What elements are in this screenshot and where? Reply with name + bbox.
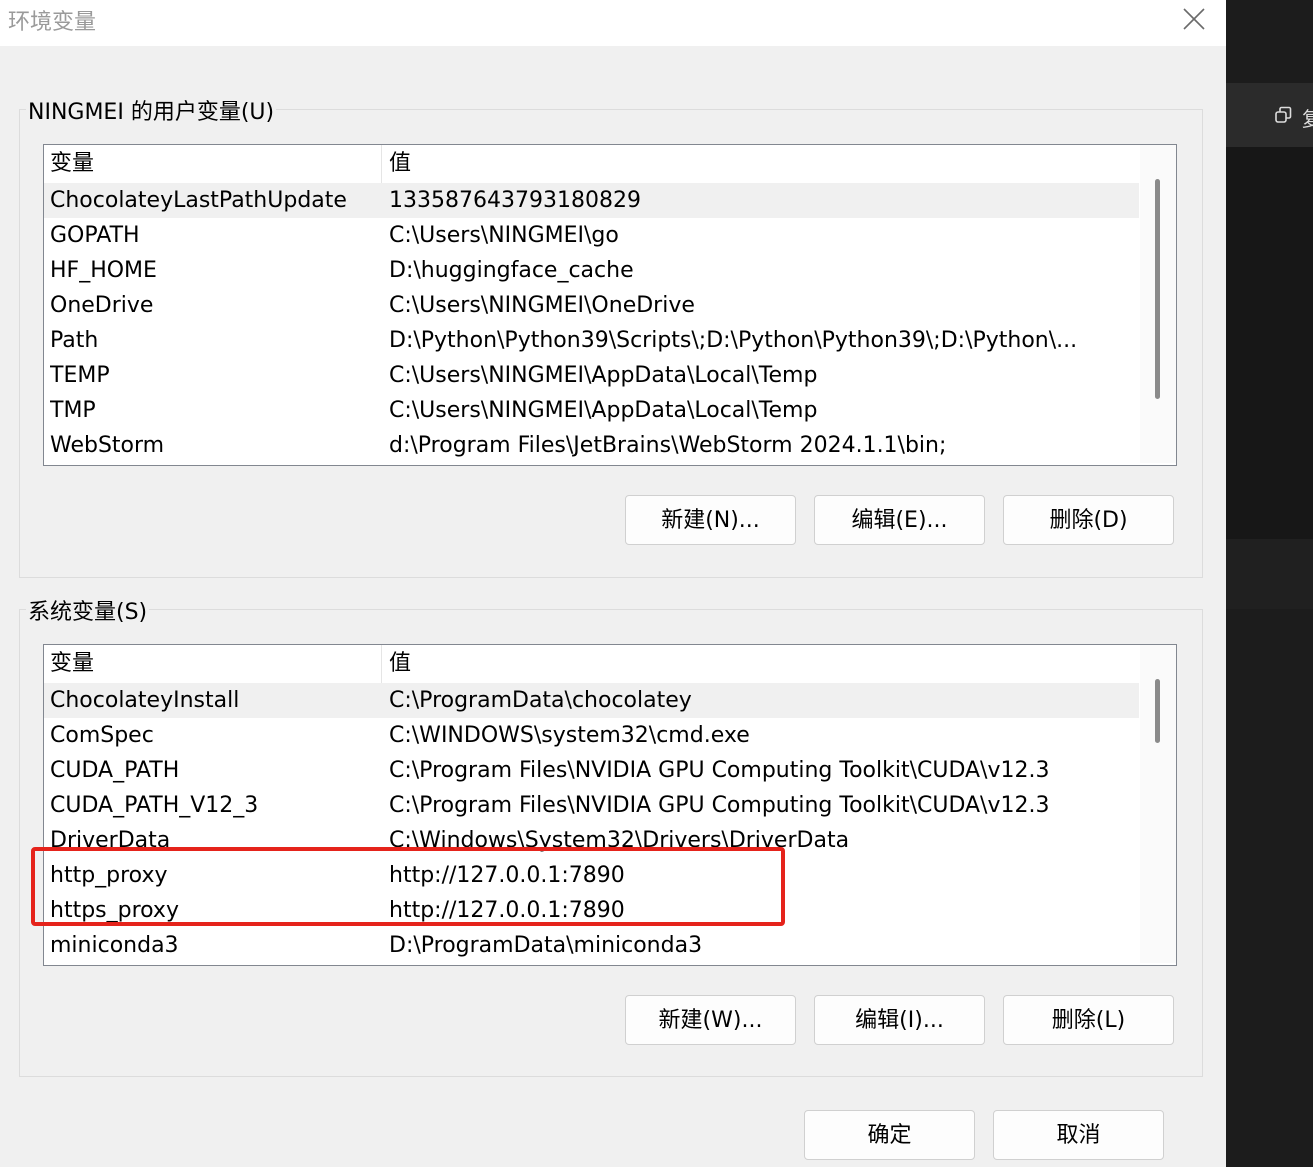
- variable-value: C:\Program Files\NVIDIA GPU Computing To…: [389, 793, 1050, 818]
- close-button[interactable]: [1172, 0, 1214, 40]
- table-row[interactable]: TEMP C:\Users\NINGMEI\AppData\Local\Temp: [44, 358, 1139, 393]
- system-variables-list[interactable]: 变量 值 ChocolateyInstall C:\ProgramData\cho…: [43, 644, 1177, 966]
- background-window: 复: [1226, 0, 1313, 1167]
- variable-name: TMP: [50, 398, 96, 423]
- variable-name: ComSpec: [50, 723, 154, 748]
- variable-name: DriverData: [50, 828, 171, 853]
- variable-value: C:\Users\NINGMEI\AppData\Local\Temp: [389, 398, 818, 423]
- user-delete-button[interactable]: 删除(D): [1003, 495, 1174, 545]
- background-panel: [1226, 147, 1313, 539]
- title-bar: 环境变量: [0, 0, 1226, 46]
- system-delete-button[interactable]: 删除(L): [1003, 995, 1174, 1045]
- background-strip: [1226, 539, 1313, 609]
- table-row[interactable]: DriverData C:\Windows\System32\Drivers\Dr…: [44, 823, 1139, 858]
- table-row[interactable]: CUDA_PATH C:\Program Files\NVIDIA GPU Com…: [44, 753, 1139, 788]
- column-header-name[interactable]: 变量: [44, 645, 382, 683]
- variable-value: d:\Program Files\JetBrains\WebStorm 2024…: [389, 433, 947, 458]
- variable-name: WebStorm: [50, 433, 165, 458]
- variable-name: miniconda3: [50, 933, 179, 958]
- table-row[interactable]: OneDrive C:\Users\NINGMEI\OneDrive: [44, 288, 1139, 323]
- variable-value: C:\Program Files\NVIDIA GPU Computing To…: [389, 758, 1050, 783]
- user-new-button[interactable]: 新建(N)...: [625, 495, 796, 545]
- system-edit-button[interactable]: 编辑(I)...: [814, 995, 985, 1045]
- variable-value: C:\Users\NINGMEI\OneDrive: [389, 293, 695, 318]
- table-row[interactable]: ChocolateyLastPathUpdate 1335876437931808…: [44, 183, 1139, 218]
- column-header-value[interactable]: 值: [383, 145, 411, 183]
- user-variables-rows: ChocolateyLastPathUpdate 1335876437931808…: [44, 183, 1139, 463]
- cancel-button[interactable]: 取消: [993, 1110, 1164, 1160]
- table-row[interactable]: TMP C:\Users\NINGMEI\AppData\Local\Temp: [44, 393, 1139, 428]
- table-row[interactable]: GOPATH C:\Users\NINGMEI\go: [44, 218, 1139, 253]
- table-row[interactable]: CUDA_PATH_V12_3 C:\Program Files\NVIDIA G…: [44, 788, 1139, 823]
- system-variables-legend: 系统变量(S): [26, 594, 150, 626]
- system-variables-rows: ChocolateyInstall C:\ProgramData\chocolat…: [44, 683, 1139, 963]
- list-header: 变量 值: [44, 645, 1139, 683]
- variable-name: CUDA_PATH_V12_3: [50, 793, 259, 818]
- dialog-title: 环境变量: [8, 10, 97, 35]
- user-variables-list[interactable]: 变量 值 ChocolateyLastPathUpdate 13358764379…: [43, 144, 1177, 466]
- user-variables-legend: NINGMEI 的用户变量(U): [26, 94, 277, 126]
- table-row[interactable]: http_proxy http://127.0.0.1:7890: [44, 858, 1139, 893]
- variable-name: https_proxy: [50, 898, 179, 923]
- background-text: 复: [1302, 107, 1313, 131]
- variable-value: 133587643793180829: [389, 188, 641, 213]
- table-row[interactable]: miniconda3 D:\ProgramData\miniconda3: [44, 928, 1139, 963]
- variable-value: C:\WINDOWS\system32\cmd.exe: [389, 723, 750, 748]
- variable-value: C:\Windows\System32\Drivers\DriverData: [389, 828, 850, 853]
- vertical-scrollbar[interactable]: [1140, 145, 1176, 463]
- environment-variables-dialog: 环境变量 NINGMEI 的用户变量(U) 变量 值 ChocolateyLas…: [0, 0, 1226, 1167]
- scrollbar-thumb[interactable]: [1155, 179, 1160, 399]
- variable-value: http://127.0.0.1:7890: [389, 863, 625, 888]
- variable-name: ChocolateyLastPathUpdate: [50, 188, 347, 213]
- variable-value: D:\huggingface_cache: [389, 258, 634, 283]
- table-row[interactable]: https_proxy http://127.0.0.1:7890: [44, 893, 1139, 928]
- variable-value: C:\Users\NINGMEI\go: [389, 223, 619, 248]
- variable-name: http_proxy: [50, 863, 168, 888]
- vertical-scrollbar[interactable]: [1140, 645, 1176, 963]
- variable-name: OneDrive: [50, 293, 154, 318]
- variable-name: TEMP: [50, 363, 110, 388]
- variable-name: ChocolateyInstall: [50, 688, 240, 713]
- table-row[interactable]: HF_HOME D:\huggingface_cache: [44, 253, 1139, 288]
- user-edit-button[interactable]: 编辑(E)...: [814, 495, 985, 545]
- variable-value: http://127.0.0.1:7890: [389, 898, 625, 923]
- scrollbar-thumb[interactable]: [1155, 679, 1160, 743]
- variable-name: CUDA_PATH: [50, 758, 180, 783]
- variable-name: HF_HOME: [50, 258, 157, 283]
- column-header-value[interactable]: 值: [383, 645, 411, 683]
- restore-icon[interactable]: [1274, 106, 1292, 124]
- variable-value: C:\Users\NINGMEI\AppData\Local\Temp: [389, 363, 818, 388]
- variable-value: D:\Python\Python39\Scripts\;D:\Python\Py…: [389, 328, 1078, 353]
- variable-name: GOPATH: [50, 223, 140, 248]
- variable-name: Path: [50, 328, 99, 353]
- table-row[interactable]: ChocolateyInstall C:\ProgramData\chocolat…: [44, 683, 1139, 718]
- ok-button[interactable]: 确定: [804, 1110, 975, 1160]
- system-new-button[interactable]: 新建(W)...: [625, 995, 796, 1045]
- background-toolbar: [1226, 83, 1313, 147]
- column-header-name[interactable]: 变量: [44, 145, 382, 183]
- variable-value: D:\ProgramData\miniconda3: [389, 933, 703, 958]
- variable-value: C:\ProgramData\chocolatey: [389, 688, 692, 713]
- table-row[interactable]: Path D:\Python\Python39\Scripts\;D:\Pytho…: [44, 323, 1139, 358]
- close-icon: [1183, 8, 1205, 30]
- table-row[interactable]: ComSpec C:\WINDOWS\system32\cmd.exe: [44, 718, 1139, 753]
- table-row[interactable]: WebStorm d:\Program Files\JetBrains\WebSt…: [44, 428, 1139, 463]
- list-header: 变量 值: [44, 145, 1139, 183]
